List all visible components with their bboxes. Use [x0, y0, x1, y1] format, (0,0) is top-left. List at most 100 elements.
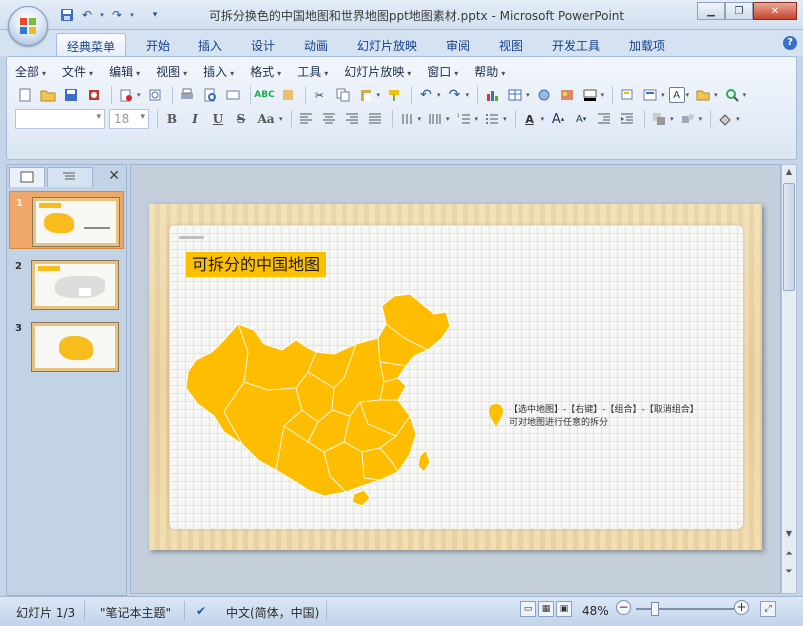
text-box-icon[interactable]: A	[668, 87, 685, 103]
menu-tools[interactable]: 工具 ▾	[297, 63, 328, 81]
menu-file[interactable]: 文件 ▾	[62, 63, 93, 81]
tab-view[interactable]: 视图	[489, 33, 533, 56]
slide-thumbnail-2[interactable]: 2	[9, 255, 124, 313]
insert-picture-icon[interactable]	[557, 85, 577, 105]
arrange-icon[interactable]	[649, 109, 669, 129]
shrink-font-icon[interactable]: A ▾	[571, 109, 591, 129]
insert-chart-icon[interactable]	[482, 85, 502, 105]
tab-addins[interactable]: 加载项	[619, 33, 675, 56]
vertical-scrollbar[interactable]: ▲ ▼ ⏶ ⏷	[781, 164, 797, 594]
tab-animation[interactable]: 动画	[294, 33, 338, 56]
bullets-icon[interactable]	[482, 109, 502, 129]
font-size-combo[interactable]: 18	[109, 109, 149, 129]
grow-font-icon[interactable]: A ▴	[548, 109, 568, 129]
next-slide-icon[interactable]: ⏷	[782, 567, 796, 581]
tab-home[interactable]: 开始	[136, 33, 180, 56]
redo-icon[interactable]: ↷	[445, 85, 465, 105]
theme-name[interactable]: "笔记本主题"	[100, 604, 171, 621]
normal-view-button[interactable]: ▭	[520, 601, 536, 617]
columns-icon[interactable]	[425, 109, 445, 129]
print-preview-icon[interactable]	[200, 85, 220, 105]
menu-slideshow[interactable]: 幻灯片放映 ▾	[344, 63, 411, 81]
bold-button[interactable]: B	[162, 109, 182, 129]
zoom-out-button[interactable]: −	[616, 600, 631, 615]
menu-window[interactable]: 窗口 ▾	[427, 63, 458, 81]
font-color-icon[interactable]: A	[520, 109, 540, 129]
zoom-in-button[interactable]: +	[734, 600, 749, 615]
tab-review[interactable]: 审阅	[436, 33, 480, 56]
spell-check-icon[interactable]: ✔	[196, 604, 206, 618]
increase-indent-icon[interactable]	[617, 109, 637, 129]
china-map-graphic[interactable]	[184, 292, 452, 510]
numbering-icon[interactable]: 1	[454, 109, 474, 129]
new-file-icon[interactable]	[15, 85, 35, 105]
slide-sorter-button[interactable]: ▦	[538, 601, 554, 617]
menu-view[interactable]: 视图 ▾	[156, 63, 187, 81]
fill-color-icon[interactable]	[580, 85, 600, 105]
shape-fill-icon[interactable]	[715, 109, 735, 129]
help-icon[interactable]: ?	[783, 36, 797, 50]
scrollbar-thumb[interactable]	[783, 183, 795, 291]
align-center-icon[interactable]	[319, 109, 339, 129]
zoom-icon[interactable]	[722, 85, 742, 105]
tab-slides[interactable]	[9, 167, 45, 187]
open-folder-icon[interactable]	[38, 85, 58, 105]
underline-button[interactable]: U	[208, 109, 228, 129]
insert-table-icon[interactable]	[505, 85, 525, 105]
copy-icon[interactable]	[333, 85, 353, 105]
language-indicator[interactable]: 中文(简体，中国)	[226, 604, 319, 621]
slide-title[interactable]: 可拆分的中国地图	[186, 252, 327, 277]
font-name-combo[interactable]	[15, 109, 105, 129]
menu-all[interactable]: 全部 ▾	[15, 63, 46, 81]
justify-icon[interactable]	[365, 109, 385, 129]
office-button[interactable]	[8, 6, 48, 46]
menu-help[interactable]: 帮助 ▾	[474, 63, 505, 81]
permission-icon[interactable]	[84, 85, 104, 105]
restore-button[interactable]: ❐	[725, 2, 753, 20]
slide-thumbnail-3[interactable]: 3	[9, 317, 124, 375]
change-case-button[interactable]: Aa	[254, 109, 278, 129]
slide-layout-icon[interactable]	[640, 85, 660, 105]
zoom-slider-thumb[interactable]	[651, 602, 659, 616]
align-right-icon[interactable]	[342, 109, 362, 129]
fit-to-window-button[interactable]: ⤢	[760, 601, 776, 617]
research-icon[interactable]	[278, 85, 298, 105]
strikethrough-button[interactable]: S	[231, 109, 251, 129]
new-slide-icon[interactable]	[617, 85, 637, 105]
menu-format[interactable]: 格式 ▾	[250, 63, 281, 81]
scroll-down-icon[interactable]: ▼	[782, 529, 796, 543]
shapes-icon[interactable]	[678, 109, 698, 129]
decrease-indent-icon[interactable]	[594, 109, 614, 129]
tab-outline[interactable]	[47, 167, 93, 187]
hyperlink-icon[interactable]	[534, 85, 554, 105]
instruction-caption[interactable]: 【选中地图】-【右键】-【组合】-【取消组合】 可对地图进行任意的拆分	[509, 404, 699, 430]
email-icon[interactable]	[116, 85, 136, 105]
paste-icon[interactable]	[356, 85, 376, 105]
tab-developer[interactable]: 开发工具	[545, 33, 607, 56]
cut-icon[interactable]: ✂	[310, 85, 330, 105]
menu-insert[interactable]: 插入 ▾	[203, 63, 234, 81]
previous-slide-icon[interactable]: ⏶	[782, 549, 796, 563]
slideshow-view-button[interactable]: ▣	[556, 601, 572, 617]
spelling-icon[interactable]: ABC	[254, 85, 274, 105]
scroll-up-icon[interactable]: ▲	[782, 167, 796, 181]
insert-folder-icon[interactable]	[693, 85, 713, 105]
align-left-icon[interactable]	[296, 109, 316, 129]
zoom-level[interactable]: 48%	[582, 604, 609, 618]
italic-button[interactable]: I	[185, 109, 205, 129]
undo-icon[interactable]: ↶	[416, 85, 436, 105]
tab-classic-menu[interactable]: 经典菜单	[56, 33, 126, 56]
menu-edit[interactable]: 编辑 ▾	[109, 63, 140, 81]
tab-insert[interactable]: 插入	[188, 33, 232, 56]
format-painter-icon[interactable]	[384, 85, 404, 105]
publish-icon[interactable]	[145, 85, 165, 105]
tab-design[interactable]: 设计	[241, 33, 285, 56]
close-button[interactable]: ✕	[753, 2, 797, 20]
minimize-button[interactable]: ▁	[697, 2, 725, 20]
tab-slideshow[interactable]: 幻灯片放映	[350, 33, 424, 56]
slide-thumbnail-1[interactable]: 1	[9, 191, 124, 249]
quick-print-icon[interactable]	[223, 85, 243, 105]
print-icon[interactable]	[177, 85, 197, 105]
save-icon[interactable]	[61, 85, 81, 105]
close-pane-icon[interactable]: ✕	[108, 168, 120, 184]
